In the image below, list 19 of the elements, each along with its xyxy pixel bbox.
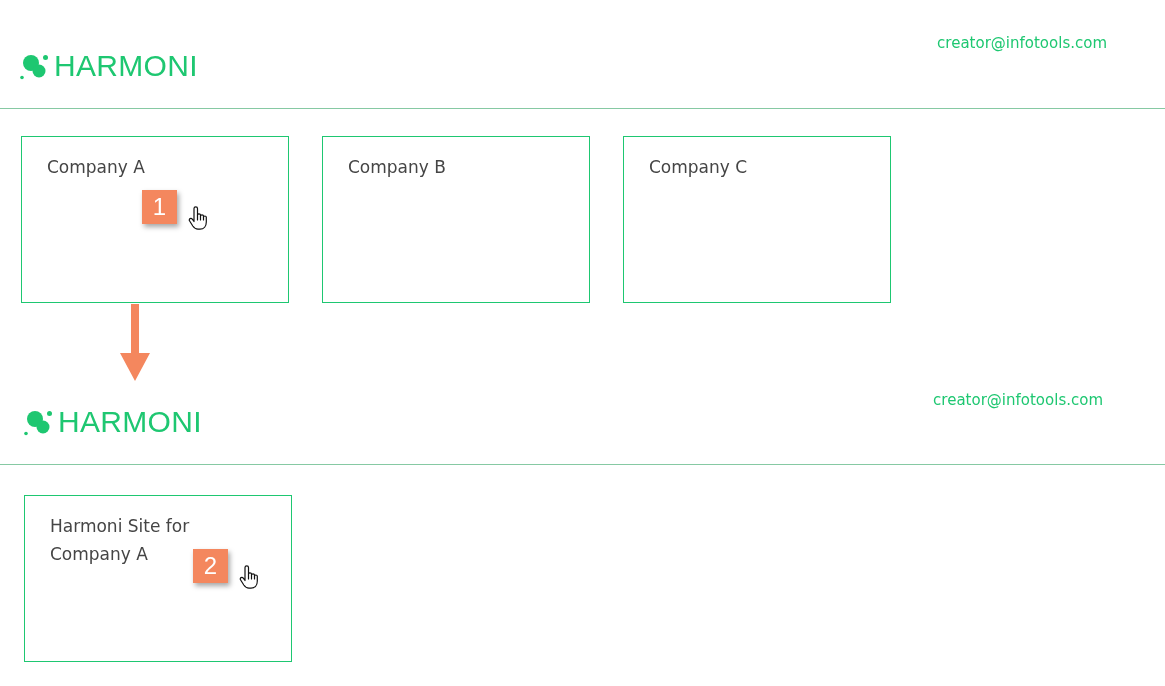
- user-email: creator@infotools.com: [937, 34, 1107, 52]
- arrow-down-icon: [120, 304, 150, 381]
- step-badge: 1: [142, 190, 177, 224]
- card-title: Company B: [348, 157, 446, 177]
- selection-card[interactable]: Company C: [623, 136, 891, 303]
- logo-icon: [20, 52, 48, 80]
- card-title: Company A: [47, 157, 145, 177]
- hand-cursor-icon: [239, 565, 259, 589]
- logo-text: HARMONI: [58, 407, 202, 437]
- selection-card[interactable]: Company B: [322, 136, 590, 303]
- selection-card[interactable]: Company A 1: [21, 136, 289, 303]
- step-badge: 2: [193, 549, 228, 583]
- user-email: creator@infotools.com: [933, 391, 1103, 409]
- selection-card[interactable]: Harmoni Site for Company A 2: [24, 495, 292, 662]
- logo-text: HARMONI: [54, 51, 198, 81]
- card-title: Harmoni Site for Company A: [50, 516, 190, 564]
- hand-cursor-icon: [188, 206, 208, 230]
- logo-icon: [24, 408, 52, 436]
- card-title: Company C: [649, 157, 748, 177]
